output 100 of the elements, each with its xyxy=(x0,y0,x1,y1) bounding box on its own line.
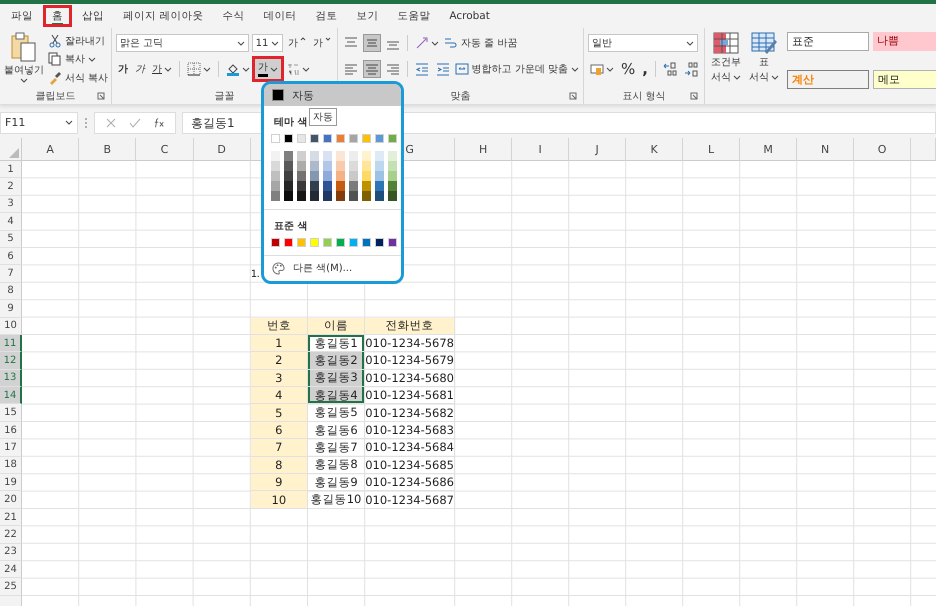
color-swatch[interactable] xyxy=(349,181,358,191)
color-swatch[interactable] xyxy=(375,161,384,171)
grip-icon[interactable] xyxy=(84,116,88,130)
color-swatch[interactable] xyxy=(336,161,345,171)
color-swatch[interactable] xyxy=(297,171,306,181)
color-swatch[interactable] xyxy=(388,191,397,201)
color-swatch[interactable] xyxy=(336,171,345,181)
color-swatch[interactable] xyxy=(388,151,397,161)
column-header[interactable]: H xyxy=(455,138,512,161)
menu-tab[interactable]: 데이터 xyxy=(256,7,304,25)
menu-tab[interactable]: 삽입 xyxy=(75,7,111,25)
color-swatch[interactable] xyxy=(388,171,397,181)
column-header[interactable]: N xyxy=(797,138,854,161)
row-header[interactable]: 5 xyxy=(0,230,22,248)
color-swatch[interactable] xyxy=(297,191,306,201)
color-swatch[interactable] xyxy=(349,238,358,247)
color-swatch[interactable] xyxy=(323,151,332,161)
column-header[interactable]: D xyxy=(194,138,251,161)
row-header[interactable]: 13 xyxy=(0,370,22,388)
color-swatch[interactable] xyxy=(271,134,280,143)
color-swatch[interactable] xyxy=(323,238,332,247)
menu-tab[interactable]: 파일 xyxy=(4,7,40,25)
column-header[interactable]: O xyxy=(854,138,912,161)
cancel-icon[interactable] xyxy=(105,116,117,128)
row-header[interactable]: 17 xyxy=(0,439,22,457)
color-swatch[interactable] xyxy=(310,238,319,247)
wrap-text-button[interactable]: 자동 줄 바꿈 xyxy=(444,34,518,52)
color-swatch[interactable] xyxy=(349,171,358,181)
color-swatch[interactable] xyxy=(284,134,293,143)
dialog-launcher-icon[interactable] xyxy=(97,92,105,100)
color-swatch[interactable] xyxy=(323,161,332,171)
color-swatch[interactable] xyxy=(336,151,345,161)
dialog-launcher-icon[interactable] xyxy=(690,92,698,100)
color-swatch[interactable] xyxy=(375,181,384,191)
column-header[interactable] xyxy=(911,138,936,161)
color-swatch[interactable] xyxy=(375,134,384,143)
color-swatch[interactable] xyxy=(271,171,280,181)
cell-style-option[interactable]: 나쁨 xyxy=(872,32,936,51)
column-header[interactable]: K xyxy=(626,138,684,161)
row-header[interactable]: 7 xyxy=(0,265,22,283)
color-swatch[interactable] xyxy=(375,171,384,181)
color-swatch[interactable] xyxy=(310,181,319,191)
conditional-formatting-button[interactable]: 조건부 서식 xyxy=(708,32,743,104)
row-header[interactable]: 11 xyxy=(0,334,22,352)
color-swatch[interactable] xyxy=(336,191,345,201)
select-all-button[interactable] xyxy=(0,138,22,161)
color-swatch[interactable] xyxy=(349,151,358,161)
color-swatch[interactable] xyxy=(297,181,306,191)
column-header[interactable]: C xyxy=(136,138,194,161)
align-center-icon[interactable] xyxy=(363,60,381,78)
column-header[interactable]: A xyxy=(22,138,80,161)
automatic-color-option[interactable]: 자동 xyxy=(264,84,401,106)
row-header[interactable]: 21 xyxy=(0,508,22,526)
color-swatch[interactable] xyxy=(349,134,358,143)
color-swatch[interactable] xyxy=(297,134,306,143)
color-swatch[interactable] xyxy=(310,191,319,201)
column-header[interactable]: M xyxy=(740,138,798,161)
row-header[interactable]: 8 xyxy=(0,282,22,300)
color-swatch[interactable] xyxy=(349,161,358,171)
menu-tab[interactable]: 보기 xyxy=(349,7,386,25)
column-header[interactable]: L xyxy=(683,138,740,161)
color-swatch[interactable] xyxy=(284,181,293,191)
copy-button[interactable]: 복사 xyxy=(48,50,96,68)
more-colors-option[interactable]: 다른 색(M)... xyxy=(268,256,397,275)
color-swatch[interactable] xyxy=(323,171,332,181)
row-header[interactable]: 25 xyxy=(0,578,22,596)
format-painter-button[interactable]: 서식 복사 xyxy=(48,69,108,86)
row-header[interactable]: 18 xyxy=(0,456,22,474)
paste-button[interactable]: 붙여넣기 xyxy=(4,32,44,88)
decrease-font-button[interactable]: 가 xyxy=(311,33,333,53)
percent-button[interactable]: % xyxy=(619,59,638,79)
color-swatch[interactable] xyxy=(388,238,397,247)
color-swatch[interactable] xyxy=(271,191,280,201)
underline-button[interactable]: 가 xyxy=(150,59,174,79)
color-swatch[interactable] xyxy=(310,151,319,161)
row-header[interactable]: 10 xyxy=(0,318,22,335)
color-swatch[interactable] xyxy=(284,238,293,247)
color-swatch[interactable] xyxy=(336,134,345,143)
color-swatch[interactable] xyxy=(349,191,358,201)
row-header[interactable]: 6 xyxy=(0,248,22,266)
color-swatch[interactable] xyxy=(362,238,371,247)
italic-button[interactable]: 가 xyxy=(133,59,147,79)
color-swatch[interactable] xyxy=(362,161,371,171)
row-header[interactable]: 3 xyxy=(0,196,22,214)
row-header[interactable]: 12 xyxy=(0,352,22,370)
color-swatch[interactable] xyxy=(388,134,397,143)
color-swatch[interactable] xyxy=(375,151,384,161)
row-header[interactable]: 2 xyxy=(0,178,22,196)
color-swatch[interactable] xyxy=(362,151,371,161)
align-middle-icon[interactable] xyxy=(363,34,381,52)
color-swatch[interactable] xyxy=(375,191,384,201)
column-header[interactable]: J xyxy=(569,138,626,161)
format-as-table-button[interactable]: 표 서식 xyxy=(746,32,781,104)
color-swatch[interactable] xyxy=(297,238,306,247)
color-swatch[interactable] xyxy=(323,191,332,201)
row-header[interactable]: 23 xyxy=(0,544,22,561)
row-header[interactable]: 15 xyxy=(0,404,22,422)
color-swatch[interactable] xyxy=(362,181,371,191)
color-swatch[interactable] xyxy=(336,238,345,247)
check-icon[interactable] xyxy=(129,116,141,128)
